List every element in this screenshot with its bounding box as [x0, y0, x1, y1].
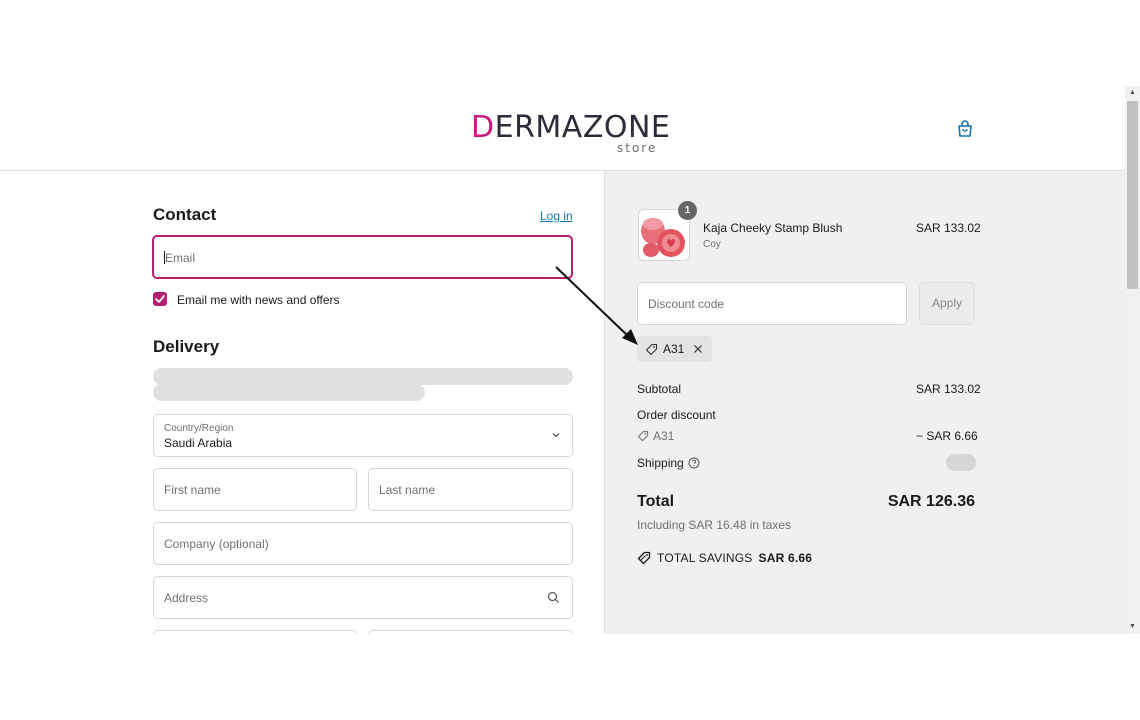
page-header: DERMAZONE store	[0, 86, 1125, 171]
address-placeholder: Address	[164, 591, 209, 605]
quantity-badge: 1	[678, 201, 697, 220]
shipping-label-row: Shipping	[637, 456, 700, 470]
applied-discount-chip: A31	[637, 336, 713, 362]
last-name-field[interactable]: Last name	[368, 468, 573, 511]
savings-label: TOTAL SAVINGS	[657, 551, 753, 565]
last-name-placeholder: Last name	[379, 483, 436, 497]
company-placeholder: Company (optional)	[164, 537, 269, 551]
newsletter-checkbox[interactable]	[153, 292, 167, 306]
discount-placeholder: Discount code	[648, 297, 725, 311]
total-value: SAR 126.36	[887, 493, 975, 510]
shipping-label: Shipping	[637, 456, 684, 470]
scroll-up-arrow-icon[interactable]: ▲	[1125, 86, 1140, 100]
discount-code-line: A31	[637, 429, 674, 443]
first-name-field[interactable]: First name	[153, 468, 357, 511]
total-savings: TOTAL SAVINGS SAR 6.66	[637, 551, 812, 565]
newsletter-label: Email me with news and offers	[177, 293, 340, 307]
vertical-scrollbar[interactable]: ▲ ▼	[1125, 86, 1140, 634]
shopping-bag-icon[interactable]	[954, 118, 976, 140]
discount-code-input[interactable]: Discount code	[637, 282, 907, 325]
country-value: Saudi Arabia	[164, 436, 233, 450]
product-price: SAR 133.02	[916, 221, 981, 235]
country-select[interactable]: Country/Region Saudi Arabia	[153, 414, 573, 457]
checkmark-icon	[155, 295, 165, 303]
country-label: Country/Region	[164, 423, 234, 434]
search-icon	[547, 591, 559, 603]
order-summary-panel: 1 Kaja Cheeky Stamp Blush Coy SAR 133.02…	[604, 171, 1125, 634]
savings-tag-icon	[637, 551, 651, 565]
discount-value: − SAR 6.66	[916, 429, 978, 443]
remove-discount-icon[interactable]	[692, 343, 704, 355]
help-circle-icon[interactable]	[688, 457, 700, 469]
address-field[interactable]: Address	[153, 576, 573, 619]
first-name-placeholder: First name	[164, 483, 221, 497]
company-field[interactable]: Company (optional)	[153, 522, 573, 565]
order-discount-label: Order discount	[637, 408, 716, 422]
checkout-page: DERMAZONE store Contact Log in Email Ema…	[0, 86, 1140, 634]
city-field-partial[interactable]	[153, 630, 357, 634]
savings-value: SAR 6.66	[758, 551, 813, 565]
loading-skeleton-line	[153, 384, 425, 401]
scrollbar-thumb[interactable]	[1127, 101, 1138, 289]
postal-field-partial[interactable]	[368, 630, 573, 634]
tag-icon	[645, 343, 658, 355]
subtotal-label: Subtotal	[637, 382, 682, 396]
shipping-loading-pill	[946, 454, 976, 471]
tag-icon	[637, 430, 649, 442]
delivery-heading: Delivery	[153, 337, 220, 356]
product-name: Kaja Cheeky Stamp Blush	[703, 221, 843, 235]
logo-wordmark: DERMAZONE	[471, 111, 670, 145]
total-label: Total	[637, 493, 675, 510]
tax-note: Including SAR 16.48 in taxes	[637, 518, 792, 532]
logo-subtitle: store	[617, 141, 658, 155]
product-variant: Coy	[703, 239, 721, 250]
login-link[interactable]: Log in	[540, 209, 573, 223]
email-placeholder: Email	[164, 251, 196, 265]
apply-button[interactable]: Apply	[919, 282, 975, 325]
chevron-down-icon	[552, 433, 560, 438]
logo-d-mark: D	[471, 110, 495, 145]
store-logo[interactable]: DERMAZONE store	[471, 111, 670, 156]
contact-heading: Contact	[153, 205, 217, 224]
logo-text: ERMAZONE	[494, 110, 671, 145]
scroll-down-arrow-icon[interactable]: ▼	[1125, 620, 1140, 634]
applied-code-text: A31	[663, 342, 685, 356]
subtotal-value: SAR 133.02	[916, 382, 981, 396]
loading-skeleton-line	[153, 368, 573, 385]
email-field[interactable]: Email	[152, 235, 573, 279]
